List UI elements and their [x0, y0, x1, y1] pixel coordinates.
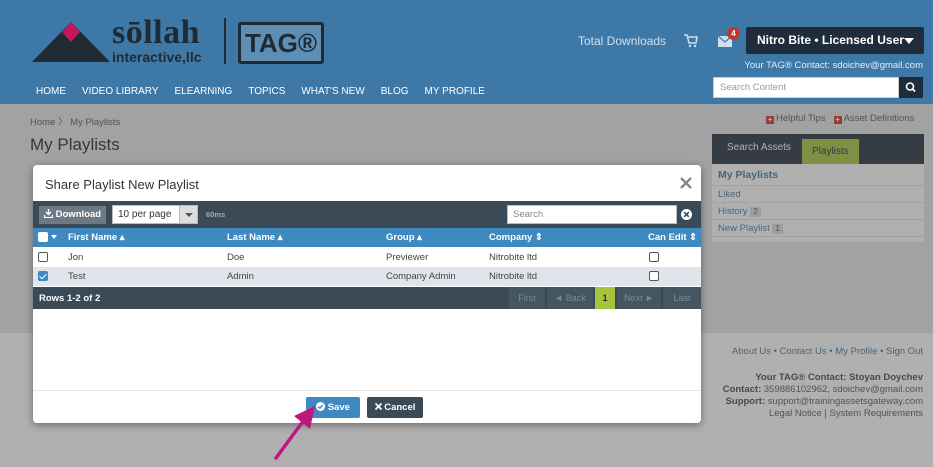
cell-company: Nitrobite ltd: [489, 271, 538, 282]
chevron-down-icon: [179, 206, 197, 223]
clear-search-icon[interactable]: [681, 209, 692, 220]
rows-info: Rows 1-2 of 2: [39, 293, 101, 304]
col-label: Company: [489, 232, 533, 243]
download-icon: [43, 209, 54, 219]
caret-down-icon[interactable]: [51, 235, 57, 239]
table-header: First Name ▴ Last Name ▴ Group ▴ Company…: [33, 228, 701, 247]
cancel-label: Cancel: [384, 402, 416, 413]
site-header: sōllah interactive,llc TAG® HOME VIDEO L…: [0, 0, 933, 104]
download-label: Download: [55, 209, 102, 220]
table-row[interactable]: Test Admin Company Admin Nitrobite ltd: [33, 267, 701, 286]
pager-last[interactable]: Last: [663, 287, 701, 309]
cell-group: Company Admin: [386, 271, 456, 282]
query-timing: 60ms: [206, 210, 226, 219]
nav-video-library[interactable]: VIDEO LIBRARY: [82, 86, 159, 97]
share-playlist-modal: Share Playlist New Playlist Download 10 …: [33, 165, 701, 423]
col-last-name[interactable]: Last Name ▴: [227, 232, 282, 243]
logo-subtitle: interactive,llc: [112, 49, 202, 65]
pager-back[interactable]: ◄ Back: [547, 287, 593, 309]
pointer-arrow-icon: [274, 406, 315, 460]
row-select-checkbox[interactable]: [38, 271, 48, 281]
save-label: Save: [327, 402, 350, 413]
logo-divider: [224, 18, 226, 64]
cell-group: Previewer: [386, 252, 429, 263]
table-row[interactable]: Jon Doe Previewer Nitrobite ltd: [33, 248, 701, 267]
cell-first-name: Jon: [68, 252, 84, 263]
user-menu-button[interactable]: Nitro Bite • Licensed User: [746, 27, 924, 54]
col-label: First Name: [68, 232, 118, 243]
row-select-checkbox[interactable]: [38, 252, 48, 262]
mail-count-badge: 4: [727, 27, 740, 40]
tag-contact-text: Your TAG® Contact: sdoichev@gmail.com: [744, 60, 923, 71]
pager-next[interactable]: Next ►: [617, 287, 661, 309]
col-first-name[interactable]: First Name ▴: [68, 232, 125, 243]
nav-topics[interactable]: TOPICS: [248, 86, 285, 97]
col-label: Last Name: [227, 232, 276, 243]
can-edit-checkbox[interactable]: [649, 252, 659, 262]
can-edit-checkbox[interactable]: [649, 271, 659, 281]
nav-home[interactable]: HOME: [36, 86, 66, 97]
pager-page-1[interactable]: 1: [595, 287, 615, 309]
col-can-edit[interactable]: Can Edit ⇕: [648, 232, 697, 243]
cell-last-name: Doe: [227, 252, 245, 263]
cancel-button[interactable]: Cancel: [367, 397, 423, 418]
user-menu-label: Nitro Bite • Licensed User: [757, 33, 904, 47]
tag-logo[interactable]: TAG®: [238, 22, 324, 64]
nav-blog[interactable]: BLOG: [381, 86, 409, 97]
pager-first[interactable]: First: [509, 287, 545, 309]
cart-icon[interactable]: [684, 34, 698, 48]
total-downloads-link[interactable]: Total Downloads: [578, 34, 666, 48]
search-button[interactable]: [899, 77, 923, 98]
cell-first-name: Test: [68, 271, 86, 282]
per-page-select[interactable]: 10 per page: [112, 205, 198, 224]
nav-whats-new[interactable]: WHAT'S NEW: [301, 86, 364, 97]
close-icon[interactable]: [679, 176, 693, 190]
caret-down-icon: [904, 38, 914, 44]
select-all-checkbox[interactable]: [38, 232, 48, 242]
table-pager: Rows 1-2 of 2 First ◄ Back 1 Next ► Last: [33, 287, 701, 309]
search-icon: [905, 82, 916, 93]
modal-footer: Save Cancel: [33, 390, 701, 423]
col-company[interactable]: Company ⇕: [489, 232, 543, 243]
logo-wordmark[interactable]: sōllah: [112, 16, 200, 50]
download-button[interactable]: Download: [39, 206, 107, 224]
nav-my-profile[interactable]: MY PROFILE: [425, 86, 485, 97]
search-content-input[interactable]: Search Content: [713, 77, 899, 98]
x-icon: [374, 402, 382, 411]
nav-elearning[interactable]: ELEARNING: [175, 86, 233, 97]
table-search-input[interactable]: Search: [507, 205, 677, 224]
cell-last-name: Admin: [227, 271, 254, 282]
col-group[interactable]: Group ▴: [386, 232, 422, 243]
col-label: Can Edit: [648, 232, 687, 243]
mountain-logo-icon: [32, 22, 110, 62]
modal-title: Share Playlist New Playlist: [45, 177, 199, 192]
cell-company: Nitrobite ltd: [489, 252, 538, 263]
col-label: Group: [386, 232, 415, 243]
per-page-value: 10 per page: [118, 209, 172, 220]
table-toolbar: Download 10 per page 60ms Search: [33, 201, 701, 228]
main-nav: HOME VIDEO LIBRARY ELEARNING TOPICS WHAT…: [36, 86, 501, 97]
